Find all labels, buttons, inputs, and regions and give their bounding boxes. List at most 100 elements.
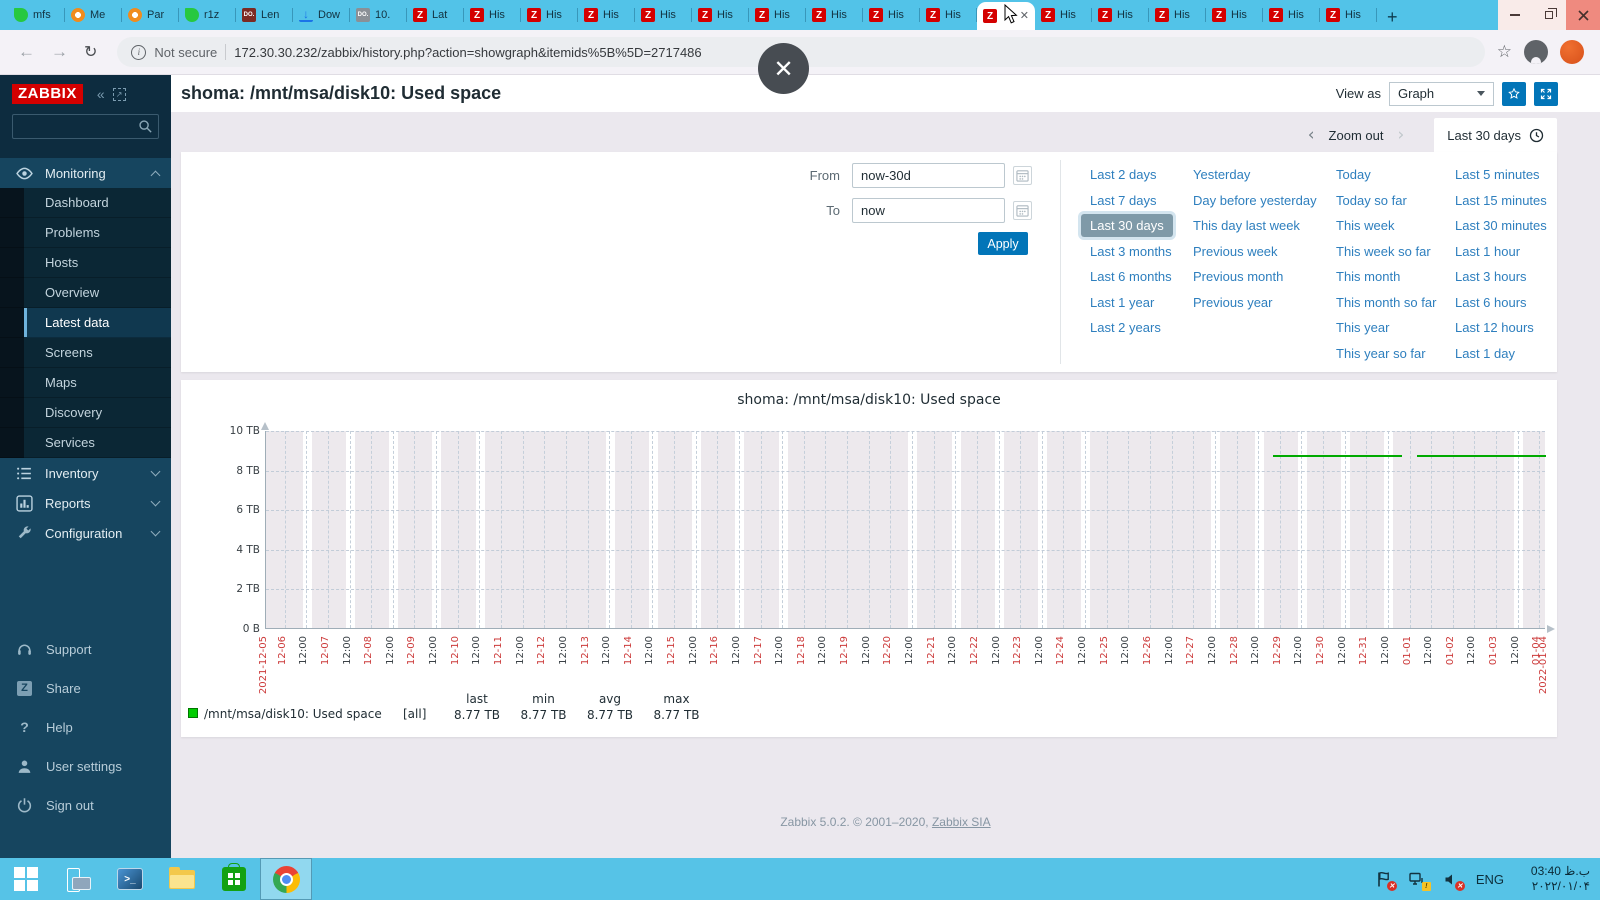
taskbar-app-server-manager[interactable] — [52, 858, 104, 900]
sidebar-item-support[interactable]: Support — [0, 635, 171, 663]
quick-range-selected[interactable]: Last 30 days — [1081, 214, 1173, 237]
collapse-sidebar-icon[interactable]: « — [97, 86, 105, 102]
to-calendar-button[interactable] — [1013, 201, 1032, 220]
quick-range-link[interactable]: This year so far — [1336, 346, 1436, 361]
sidebar-item-sign-out[interactable]: Sign out — [0, 791, 171, 819]
quick-range-link[interactable]: Last 30 days — [1081, 214, 1173, 237]
kiosk-mode-button[interactable] — [1534, 81, 1558, 106]
network-icon[interactable]: ! — [1408, 869, 1431, 891]
site-info-icon[interactable]: i — [131, 44, 147, 60]
quick-range-link[interactable]: Today so far — [1336, 193, 1436, 208]
browser-update-icon[interactable] — [1560, 40, 1584, 64]
browser-tab[interactable]: Z His — [521, 0, 578, 30]
quick-range-link[interactable]: This month — [1336, 270, 1436, 284]
sidebar-subitem-latest-data[interactable]: Latest data — [0, 308, 171, 338]
taskbar-app-powershell[interactable]: >_ — [104, 858, 156, 900]
quick-range-link[interactable]: This week so far — [1336, 244, 1436, 259]
browser-tab[interactable]: Z His — [920, 0, 977, 30]
quick-range-link[interactable]: Last 6 months — [1090, 270, 1173, 284]
sidebar-subitem-discovery[interactable]: Discovery — [0, 398, 171, 428]
quick-range-link[interactable]: Previous month — [1193, 270, 1317, 284]
browser-tab[interactable]: Z His — [692, 0, 749, 30]
close-window-button[interactable] — [1566, 0, 1600, 30]
sidebar-subitem-screens[interactable]: Screens — [0, 338, 171, 368]
quick-range-link[interactable]: Last 15 minutes — [1455, 193, 1547, 208]
to-input[interactable] — [852, 198, 1005, 223]
browser-tab[interactable]: ↓ Dow — [293, 0, 350, 30]
quick-range-link[interactable]: Day before yesterday — [1193, 193, 1317, 208]
quick-range-link[interactable]: Last 5 minutes — [1455, 168, 1547, 182]
time-forward-icon[interactable]: › — [1383, 125, 1418, 145]
taskbar-clock[interactable]: 03:40 ب.ظ ۲۰۲۲/۰۱/۰۴ — [1518, 864, 1590, 894]
graph-plot-area[interactable] — [261, 422, 1555, 633]
minimize-button[interactable] — [1498, 0, 1532, 30]
time-range-tab[interactable]: Last 30 days — [1434, 118, 1557, 152]
browser-tab[interactable]: mfs — [8, 0, 65, 30]
quick-range-link[interactable]: Last 3 hours — [1455, 270, 1547, 284]
quick-range-link[interactable]: Yesterday — [1193, 168, 1317, 182]
browser-tab[interactable]: Z His — [1263, 0, 1320, 30]
add-favourite-button[interactable] — [1502, 81, 1526, 106]
browser-tab[interactable]: Z His — [749, 0, 806, 30]
sidebar-search-input[interactable] — [12, 114, 159, 139]
sidebar-item-inventory[interactable]: Inventory — [0, 458, 171, 488]
restore-button[interactable] — [1532, 0, 1566, 30]
browser-tab[interactable]: Z His — [1035, 0, 1092, 30]
apply-button[interactable]: Apply — [978, 232, 1028, 255]
time-back-icon[interactable]: ‹ — [1294, 125, 1329, 145]
browser-tab[interactable]: Z His — [1206, 0, 1263, 30]
quick-range-link[interactable]: This month so far — [1336, 295, 1436, 310]
sidebar-subitem-services[interactable]: Services — [0, 428, 171, 458]
quick-range-link[interactable]: This week — [1336, 219, 1436, 233]
browser-tab[interactable]: r1z — [179, 0, 236, 30]
zoom-out-button[interactable]: Zoom out — [1329, 128, 1384, 143]
browser-tab[interactable]: Z His — [806, 0, 863, 30]
view-as-select[interactable]: Graph — [1389, 81, 1494, 106]
quick-range-link[interactable]: Last 3 months — [1090, 244, 1173, 259]
browser-tab[interactable]: Z His — [635, 0, 692, 30]
sidebar-item-user-settings[interactable]: User settings — [0, 752, 171, 780]
sidebar-item-configuration[interactable]: Configuration — [0, 518, 171, 548]
expand-sidebar-icon[interactable]: ↗ — [112, 87, 126, 101]
browser-tab[interactable]: Z His — [1149, 0, 1206, 30]
bookmark-star-icon[interactable]: ☆ — [1497, 42, 1512, 62]
quick-range-link[interactable]: Last 30 minutes — [1455, 219, 1547, 233]
browser-tab[interactable]: Z His — [863, 0, 920, 30]
browser-tab[interactable]: DO. Len — [236, 0, 293, 30]
volume-muted-icon[interactable]: ✕ — [1442, 869, 1465, 891]
sidebar-item-monitoring[interactable]: Monitoring — [0, 158, 171, 188]
quick-range-link[interactable]: This year — [1336, 321, 1436, 335]
quick-range-link[interactable]: This day last week — [1193, 219, 1317, 233]
browser-tab[interactable]: Z His — [464, 0, 521, 30]
quick-range-link[interactable]: Today — [1336, 168, 1436, 182]
zabbix-logo[interactable]: ZABBIX — [12, 84, 83, 104]
sidebar-item-help[interactable]: ? Help — [0, 713, 171, 741]
from-input[interactable] — [852, 163, 1005, 188]
browser-tab[interactable]: Z His — [1320, 0, 1377, 30]
sidebar-subitem-problems[interactable]: Problems — [0, 218, 171, 248]
quick-range-link[interactable]: Last 2 years — [1090, 321, 1173, 335]
tab-close-icon[interactable]: ✕ — [1020, 11, 1029, 22]
sidebar-subitem-dashboard[interactable]: Dashboard — [0, 188, 171, 218]
taskbar-app-store[interactable] — [208, 858, 260, 900]
from-calendar-button[interactable] — [1013, 166, 1032, 185]
new-tab-button[interactable]: + — [1387, 8, 1398, 26]
quick-range-link[interactable]: Previous year — [1193, 295, 1317, 310]
quick-range-link[interactable]: Last 7 days — [1090, 193, 1173, 208]
taskbar-app-start[interactable] — [0, 858, 52, 900]
quick-range-link[interactable]: Last 12 hours — [1455, 321, 1547, 335]
browser-tab[interactable]: Me — [65, 0, 122, 30]
quick-range-link[interactable]: Previous week — [1193, 244, 1317, 259]
sidebar-subitem-maps[interactable]: Maps — [0, 368, 171, 398]
quick-range-link[interactable]: Last 2 days — [1090, 168, 1173, 182]
quick-range-link[interactable]: Last 1 day — [1455, 346, 1547, 361]
browser-tab[interactable]: Z His — [578, 0, 635, 30]
action-center-flag-icon[interactable]: ✕ — [1374, 869, 1397, 891]
profile-avatar[interactable] — [1524, 40, 1548, 64]
sidebar-item-share[interactable]: Z Share — [0, 674, 171, 702]
taskbar-app-file-explorer[interactable] — [156, 858, 208, 900]
overlay-close-button[interactable]: ✕ — [758, 43, 809, 94]
sidebar-subitem-overview[interactable]: Overview — [0, 278, 171, 308]
forward-icon[interactable]: → — [51, 42, 68, 62]
keyboard-language[interactable]: ENG — [1476, 872, 1504, 887]
